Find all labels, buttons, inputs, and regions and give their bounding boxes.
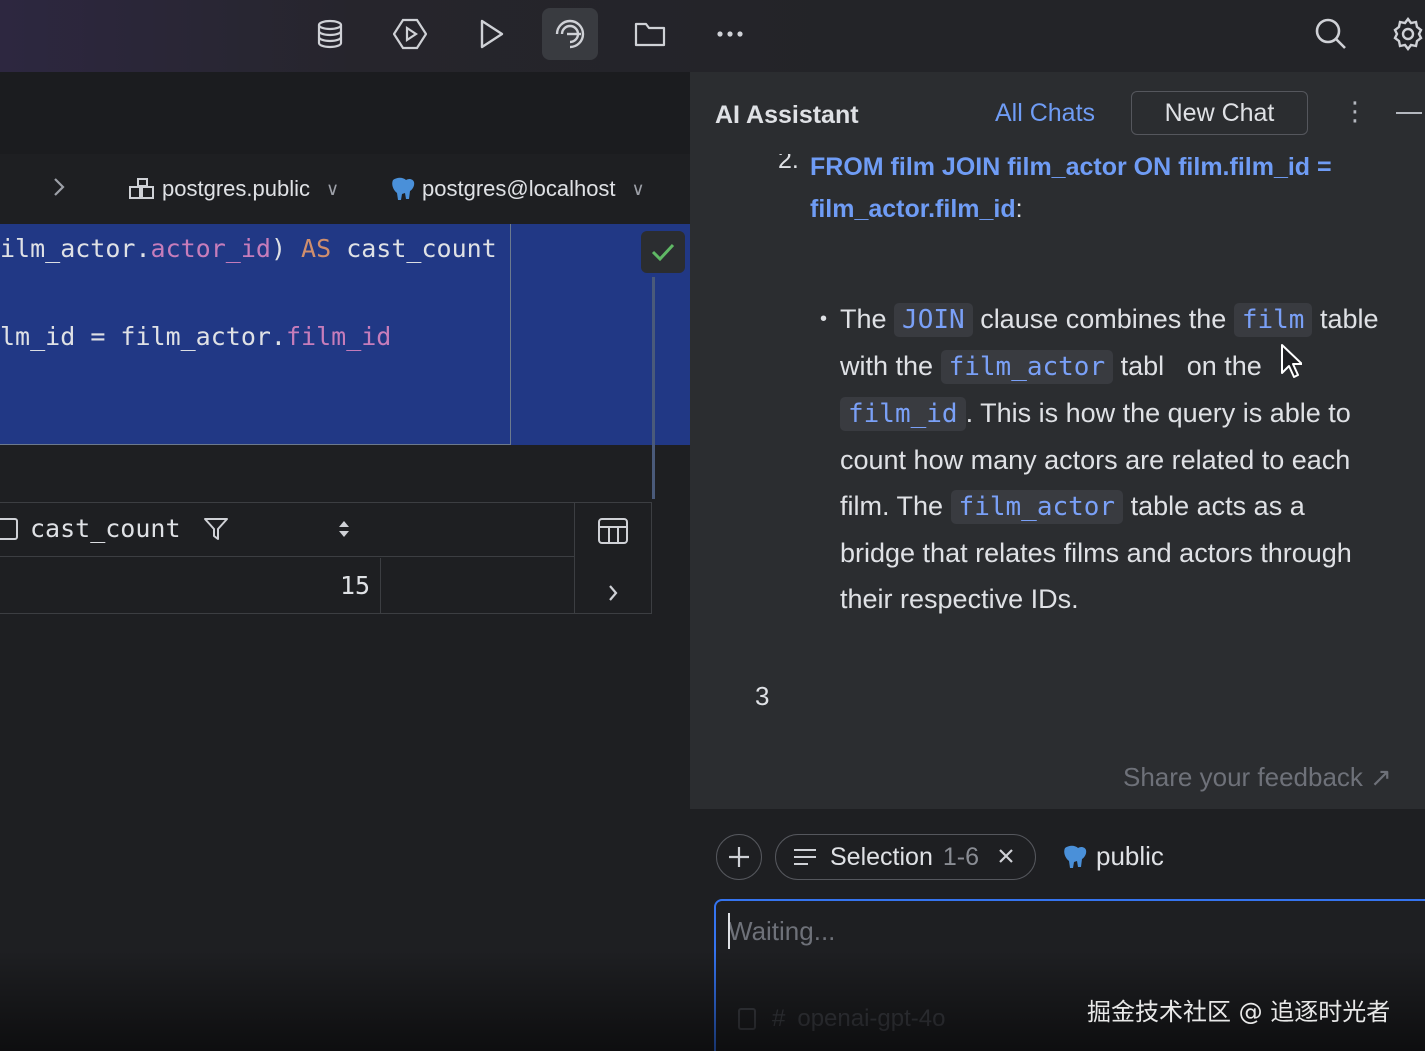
ai-assistant-header: AI Assistant All Chats New Chat ⋮ bbox=[690, 72, 1425, 154]
chevron-down-icon: ∨ bbox=[631, 178, 645, 199]
results-grid: cast_count 15 bbox=[0, 502, 652, 614]
schema-context-chip[interactable]: public bbox=[1062, 841, 1164, 872]
code-line-2[interactable]: lm_id = film_actor.film_id bbox=[0, 322, 391, 351]
text-lines-icon bbox=[794, 849, 816, 865]
model-label: openai-gpt-4o bbox=[797, 1005, 946, 1032]
schema-selector[interactable]: postgres.public ∨ bbox=[128, 176, 339, 202]
chevron-down-icon: ∨ bbox=[325, 178, 340, 199]
chevron-right-icon[interactable] bbox=[52, 176, 66, 204]
panel-title: AI Assistant bbox=[715, 101, 859, 129]
selection-context-chip[interactable]: Selection 1-6 bbox=[775, 834, 1036, 880]
editor-scrollbar[interactable] bbox=[652, 277, 655, 499]
sort-icon[interactable] bbox=[337, 518, 351, 547]
code-selection[interactable]: ilm_actor.actor_id) AS cast_count lm_id … bbox=[0, 224, 690, 445]
column-header-cast-count[interactable]: cast_count bbox=[30, 514, 181, 543]
mouse-cursor-icon bbox=[1280, 343, 1303, 384]
add-context-button[interactable] bbox=[716, 834, 762, 880]
chat-prompt-box[interactable]: # openai-gpt-4o bbox=[714, 899, 1425, 1051]
inline-code: film_actor bbox=[950, 490, 1124, 524]
settings-icon[interactable] bbox=[1380, 8, 1425, 60]
more-icon[interactable] bbox=[702, 8, 758, 60]
schema-icon bbox=[129, 178, 154, 199]
step-code: FROM film JOIN film_actor ON film.film_i… bbox=[810, 154, 1332, 223]
postgres-elephant-icon bbox=[1064, 845, 1087, 868]
minimize-icon[interactable] bbox=[1396, 112, 1422, 114]
column-checkbox-icon[interactable] bbox=[0, 518, 18, 540]
model-selector[interactable]: # openai-gpt-4o bbox=[736, 1005, 945, 1033]
bullet-dot: • bbox=[820, 308, 828, 330]
run-icon[interactable] bbox=[462, 8, 518, 60]
cell-cast-count[interactable]: 15 bbox=[340, 571, 370, 600]
editor-pane: postgres.public ∨ postgres@localhost ∨ i… bbox=[0, 72, 690, 1051]
inline-code: film_id bbox=[840, 397, 966, 431]
inspection-ok-badge[interactable] bbox=[641, 231, 685, 273]
breadcrumb: postgres.public ∨ postgres@localhost ∨ bbox=[0, 154, 690, 224]
ai-assistant-icon[interactable] bbox=[542, 8, 598, 60]
plus-icon bbox=[729, 847, 749, 867]
selection-label: Selection bbox=[830, 842, 933, 871]
datasource-selector[interactable]: postgres@localhost ∨ bbox=[390, 176, 645, 202]
hash-icon: # bbox=[772, 1005, 786, 1032]
table-view-icon[interactable] bbox=[597, 517, 629, 550]
remove-context-icon[interactable] bbox=[997, 843, 1015, 872]
watermark: 掘金技术社区 @ 追逐时光者 bbox=[1087, 998, 1391, 1026]
table-row[interactable]: 15 bbox=[0, 558, 574, 614]
step-number: 2. bbox=[778, 154, 799, 174]
grid-side-toolbar bbox=[574, 503, 652, 614]
postgres-elephant-icon bbox=[392, 177, 415, 200]
all-chats-link[interactable]: All Chats bbox=[995, 99, 1095, 128]
check-icon bbox=[651, 243, 675, 262]
more-options-icon[interactable]: ⋮ bbox=[1342, 96, 1368, 127]
datasource-label: postgres@localhost bbox=[422, 176, 616, 201]
inline-code: JOIN bbox=[894, 303, 973, 337]
schema-chip-label: public bbox=[1096, 841, 1164, 871]
text-caret bbox=[728, 913, 730, 949]
main-toolbar bbox=[0, 0, 1425, 72]
chevron-right-icon[interactable] bbox=[607, 583, 619, 608]
schema-label: postgres.public bbox=[162, 176, 310, 201]
next-step-number: 3 bbox=[755, 681, 770, 711]
inline-code: film_actor bbox=[940, 350, 1114, 384]
results-header: cast_count bbox=[0, 503, 574, 557]
new-chat-button[interactable]: New Chat bbox=[1131, 91, 1308, 135]
ai-assistant-panel: AI Assistant All Chats New Chat ⋮ 2. FRO… bbox=[690, 72, 1425, 1051]
database-icon[interactable] bbox=[302, 8, 358, 60]
inline-code: film bbox=[1233, 303, 1313, 337]
folder-icon[interactable] bbox=[622, 8, 678, 60]
share-feedback-link[interactable]: Share your feedback ↗ bbox=[1123, 762, 1392, 793]
code-line-1[interactable]: ilm_actor.actor_id) AS cast_count bbox=[0, 234, 497, 263]
chat-messages: 2. FROM film JOIN film_actor ON film.fil… bbox=[690, 154, 1425, 809]
filter-icon[interactable] bbox=[203, 516, 229, 549]
editor-tabstrip bbox=[0, 72, 690, 154]
search-icon[interactable] bbox=[1303, 8, 1359, 60]
attach-icon bbox=[738, 1008, 756, 1030]
run-config-icon[interactable] bbox=[382, 8, 438, 60]
chat-input[interactable] bbox=[728, 911, 1408, 951]
selection-range: 1-6 bbox=[942, 842, 979, 871]
